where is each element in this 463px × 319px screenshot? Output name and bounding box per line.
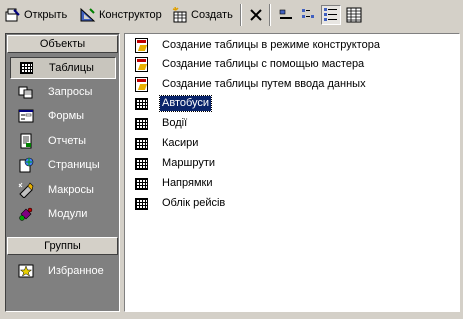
list-item-label: Создание таблицы путем ввода данных	[162, 78, 366, 90]
objects-bar: Объекты Таблицы Запросы Формы Отчеты Стр…	[5, 33, 120, 312]
nav-item-label: Отчеты	[48, 135, 87, 147]
design-button-label: Конструктор	[99, 9, 162, 21]
small-icons-icon	[299, 9, 319, 28]
table-icon	[134, 116, 150, 132]
wizard-icon	[134, 56, 150, 73]
list-item[interactable]: Облік рейсів	[134, 195, 227, 212]
list-item[interactable]: Создание таблицы с помощью мастера	[134, 56, 366, 73]
list-item-label: Напрямки	[162, 177, 213, 189]
page-icon	[18, 157, 34, 173]
create-button-label: Создать	[191, 9, 233, 21]
nav-item-queries[interactable]: Запросы	[10, 81, 116, 103]
list-view-icon	[322, 8, 340, 27]
nav-item-modules[interactable]: Модули	[10, 203, 116, 225]
form-icon	[18, 108, 34, 124]
nav-item-label: Модули	[48, 208, 88, 220]
delete-button[interactable]	[246, 5, 266, 25]
toolbar-separator	[240, 4, 242, 26]
table-icon	[19, 60, 35, 76]
design-button[interactable]: Конструктор	[80, 5, 162, 25]
list-item-label: Касири	[162, 137, 199, 149]
list-item-label: Автобуси	[158, 95, 213, 112]
table-icon	[134, 96, 150, 112]
open-button-label: Открыть	[24, 9, 68, 21]
create-icon	[172, 6, 188, 23]
nav-item-label: Запросы	[48, 86, 93, 98]
favorites-icon	[18, 263, 34, 279]
list-item-selected[interactable]: Автобуси	[134, 95, 213, 112]
wizard-icon	[134, 76, 150, 93]
objects-header[interactable]: Объекты	[7, 35, 118, 53]
nav-item-label: Страницы	[48, 159, 100, 171]
table-icon	[134, 176, 150, 192]
nav-item-label: Таблицы	[49, 62, 94, 74]
nav-item-label: Избранное	[48, 265, 104, 277]
nav-item-pages[interactable]: Страницы	[10, 154, 116, 176]
list-item[interactable]: Создание таблицы путем ввода данных	[134, 76, 368, 93]
delete-icon	[246, 9, 266, 28]
open-button[interactable]: Открыть	[5, 5, 67, 25]
nav-item-label: Формы	[48, 110, 85, 122]
groups-header[interactable]: Группы	[7, 237, 118, 255]
create-button[interactable]: Создать	[172, 5, 233, 25]
nav-item-forms[interactable]: Формы	[10, 105, 116, 127]
table-icon	[134, 196, 150, 212]
list-item-label: Создание таблицы в режиме конструктора	[162, 39, 380, 51]
list-item[interactable]: Водії	[134, 115, 189, 132]
open-icon	[5, 7, 21, 23]
nav-item-favorites[interactable]: Избранное	[10, 260, 116, 282]
table-icon	[134, 136, 150, 152]
list-item[interactable]: Касири	[134, 135, 200, 152]
table-icon	[134, 156, 150, 172]
wizard-icon	[134, 37, 150, 54]
list-item[interactable]: Маршрути	[134, 155, 217, 172]
list-item[interactable]: Создание таблицы в режиме конструктора	[134, 37, 382, 54]
list-item-label: Создание таблицы с помощью мастера	[162, 58, 365, 70]
module-icon	[18, 206, 34, 222]
nav-item-tables[interactable]: Таблицы	[10, 57, 116, 79]
toolbar-separator	[269, 4, 271, 26]
objects-list: Создание таблицы в режиме конструктора С…	[124, 33, 460, 312]
nav-item-macros[interactable]: Макросы	[10, 179, 116, 201]
nav-item-label: Макросы	[48, 184, 94, 196]
small-icons-view-button[interactable]	[299, 5, 319, 25]
list-view-button[interactable]	[321, 5, 341, 25]
details-view-button[interactable]	[344, 5, 364, 25]
nav-item-reports[interactable]: Отчеты	[10, 130, 116, 152]
list-item-label: Облік рейсів	[162, 197, 226, 209]
macro-icon	[18, 182, 34, 199]
large-icons-icon	[276, 9, 296, 28]
report-icon	[18, 133, 34, 149]
database-toolbar: Открыть Конструктор Создать	[0, 0, 463, 30]
design-icon	[80, 7, 96, 23]
large-icons-view-button[interactable]	[276, 5, 296, 25]
list-item-label: Маршрути	[162, 157, 216, 169]
list-item-label: Водії	[162, 117, 188, 129]
query-icon	[18, 84, 34, 100]
list-item[interactable]: Напрямки	[134, 175, 215, 192]
details-view-icon	[344, 7, 364, 28]
